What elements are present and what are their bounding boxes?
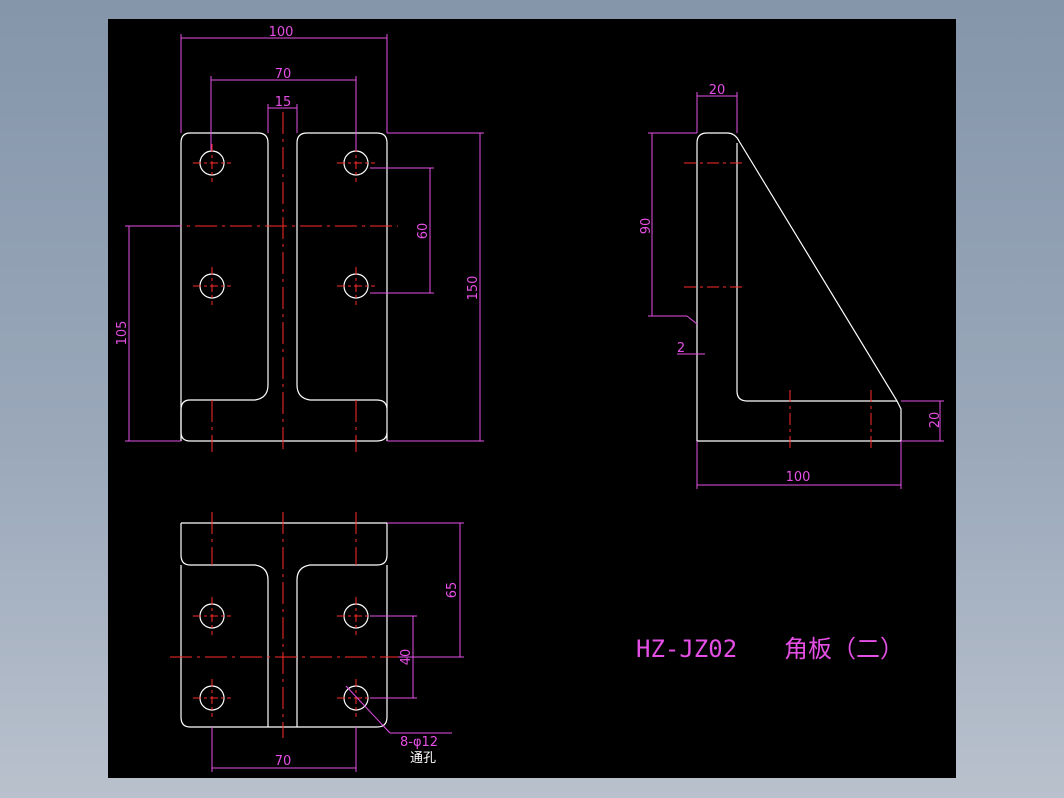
- front-view-centerlines: [160, 112, 398, 452]
- side-view-dimensions: [648, 92, 944, 489]
- front-view-holes: [199, 150, 369, 299]
- dim-bolt-spacing-bottom: 70: [275, 754, 292, 769]
- dim-hole-spec: 8-φ12: [400, 735, 438, 750]
- dim-web-thickness: 15: [275, 95, 292, 110]
- hole-note: 通孔: [410, 751, 436, 766]
- drawing-name: 角板（二）: [784, 635, 904, 663]
- dim-offset: 2: [677, 341, 685, 356]
- dim-hole-pitch-vertical: 60: [416, 223, 431, 240]
- dim-base-thickness: 20: [928, 412, 943, 429]
- dim-hole-distance: 90: [639, 218, 654, 235]
- dim-base-length: 100: [786, 470, 811, 485]
- dim-depth: 65: [445, 582, 460, 599]
- dim-overall-height: 150: [466, 276, 481, 301]
- cad-drawing: 100 70 15 60 150 105 20 90 2 20 100 65 4…: [115, 25, 944, 772]
- title-block: HZ-JZ02 角板（二）: [636, 635, 904, 663]
- drawing-code: HZ-JZ02: [636, 635, 737, 663]
- side-view-outline: [696, 132, 902, 442]
- dim-bolt-spacing: 70: [275, 67, 292, 82]
- side-view-centerlines: [684, 162, 872, 452]
- dim-center-height: 105: [115, 321, 130, 346]
- dim-hole-pitch: 40: [399, 649, 414, 666]
- front-view: 100 70 15 60 150 105: [115, 25, 484, 452]
- dim-overall-width: 100: [269, 25, 294, 40]
- bottom-view: 65 40 70 8-φ12 通孔: [170, 512, 464, 772]
- side-view: 20 90 2 20 100: [639, 83, 944, 489]
- dim-top-thickness: 20: [709, 83, 726, 98]
